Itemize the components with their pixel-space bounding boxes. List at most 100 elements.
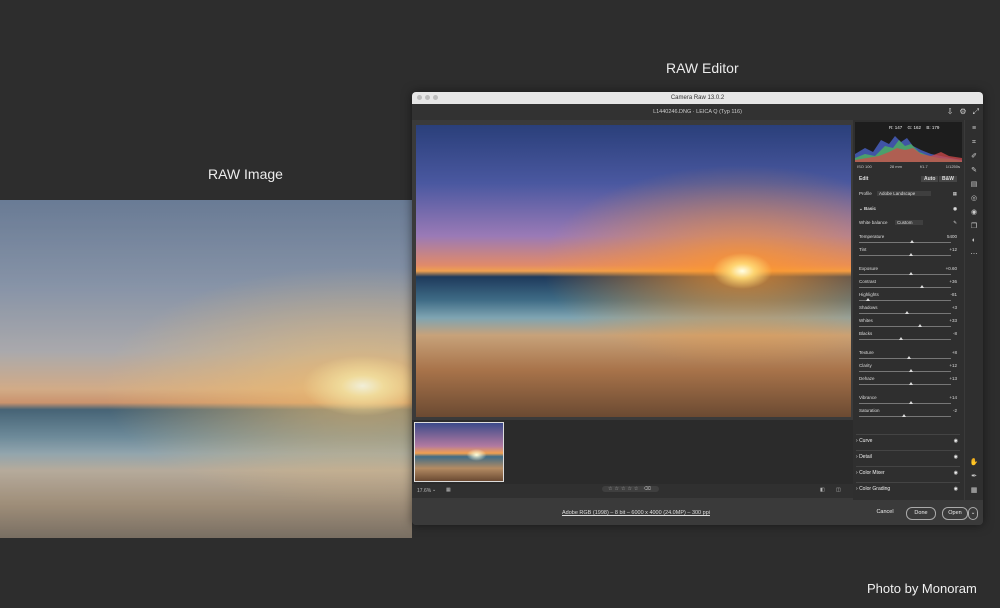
slider-thumb[interactable] <box>909 401 914 404</box>
workflow-options-link[interactable]: Adobe RGB (1998) – 8 bit – 6000 x 4000 (… <box>562 510 710 516</box>
slider-value[interactable]: +33 <box>949 318 957 323</box>
visibility-eye-icon[interactable]: ◉ <box>954 435 958 447</box>
slider-thumb[interactable] <box>866 298 871 301</box>
profile-browser-icon[interactable]: ▦ <box>953 191 957 197</box>
grid-overlay-icon[interactable]: ▦ <box>969 486 979 496</box>
slider-label: Tint <box>859 247 867 252</box>
filmstrip-thumbnail[interactable] <box>414 422 504 482</box>
slider-value[interactable]: +14 <box>949 395 957 400</box>
visibility-eye-icon[interactable]: ◉ <box>954 483 958 495</box>
slider-track[interactable] <box>859 356 951 359</box>
slider-value[interactable]: +36 <box>949 279 957 284</box>
crop-icon[interactable]: ⌗ <box>969 138 979 148</box>
open-dropdown-icon[interactable]: ⌄ <box>968 507 978 520</box>
slider-value[interactable]: +12 <box>949 247 957 252</box>
gear-icon[interactable]: ⚙ <box>959 104 966 120</box>
slider-thumb[interactable] <box>908 253 913 256</box>
done-button[interactable]: Done <box>906 507 936 520</box>
camera-info: ISO 100 28 mm f/1.7 1/1250s <box>857 164 960 169</box>
basic-section-title[interactable]: Basic <box>864 206 876 211</box>
section-curve[interactable]: › Curve ◉ <box>856 434 960 447</box>
slider-label: Vibrance <box>859 395 877 400</box>
section-color-mixer[interactable]: › Color Mixer ◉ <box>856 466 960 479</box>
visibility-eye-icon[interactable]: ◉ <box>954 451 958 463</box>
slider-track[interactable] <box>859 272 951 275</box>
zoom-dropdown-icon[interactable]: ⌄ <box>432 487 436 493</box>
eyedropper-icon[interactable]: ✎ <box>953 220 957 226</box>
shutter-speed: 1/1250s <box>945 164 960 169</box>
slider-thumb[interactable] <box>910 240 915 243</box>
slider-thumb[interactable] <box>908 382 913 385</box>
zoom-level[interactable]: 17.6% <box>417 488 431 494</box>
slider-track[interactable] <box>859 382 951 385</box>
slider-thumb[interactable] <box>902 414 907 417</box>
slider-thumb[interactable] <box>908 272 913 275</box>
visibility-eye-icon[interactable]: ◉ <box>954 467 958 479</box>
brush-icon[interactable]: ✎ <box>969 166 979 176</box>
slider-track[interactable] <box>859 285 951 288</box>
radial-filter-icon[interactable]: ◎ <box>969 194 979 204</box>
slider-track[interactable] <box>859 298 951 301</box>
cancel-button[interactable]: Cancel <box>872 507 898 518</box>
raw-image-label: RAW Image <box>208 166 283 182</box>
before-after-icon[interactable]: ◫ <box>836 487 841 493</box>
healing-icon[interactable]: ✐ <box>969 152 979 162</box>
slider-value[interactable]: +13 <box>949 376 957 381</box>
section-title: Curve <box>859 438 873 444</box>
slider-track[interactable] <box>859 414 951 417</box>
slider-row: Shadows +3 <box>859 305 957 310</box>
sampler-icon[interactable]: ✒ <box>969 472 979 482</box>
expand-icon[interactable]: ⤢ <box>973 104 979 120</box>
section-title: Color Grading <box>859 486 891 492</box>
image-canvas[interactable] <box>416 125 851 417</box>
slider-value[interactable]: +12 <box>949 363 957 368</box>
slider-thumb[interactable] <box>919 285 924 288</box>
bw-button[interactable]: B&W <box>939 176 957 182</box>
slider-label: Temperature <box>859 234 885 239</box>
slider-value[interactable]: +3 <box>952 305 957 310</box>
white-balance-label: White balance <box>859 220 888 225</box>
presets-icon[interactable]: ◐ <box>969 236 979 246</box>
save-icon[interactable]: ⇩ <box>947 104 954 120</box>
compare-icon[interactable]: ◧ <box>820 487 825 493</box>
slider-thumb[interactable] <box>908 369 913 372</box>
slider-thumb[interactable] <box>899 337 904 340</box>
white-balance-select[interactable]: Custom <box>895 220 923 225</box>
slider-track[interactable] <box>859 324 951 327</box>
window-controls[interactable] <box>417 95 438 100</box>
slider-value[interactable]: 5400 <box>947 234 957 239</box>
focal-length: 28 mm <box>889 164 902 169</box>
section-color-grading[interactable]: › Color Grading ◉ <box>856 482 960 495</box>
slider-value[interactable]: -8 <box>953 331 957 336</box>
slider-value[interactable]: +8 <box>952 350 957 355</box>
section-detail[interactable]: › Detail ◉ <box>856 450 960 463</box>
slider-value[interactable]: +0.60 <box>946 266 957 271</box>
rating-stars[interactable]: ☆☆☆☆☆ ⌫ <box>602 486 659 492</box>
grid-icon[interactable]: ▦ <box>446 487 451 493</box>
slider-row: Temperature 5400 <box>859 234 957 239</box>
slider-thumb[interactable] <box>906 356 911 359</box>
slider-thumb[interactable] <box>917 324 922 327</box>
more-icon[interactable]: ⋯ <box>969 250 979 260</box>
auto-button[interactable]: Auto <box>921 176 939 182</box>
red-eye-icon[interactable]: ◉ <box>969 208 979 218</box>
slider-track[interactable] <box>859 311 951 314</box>
slider-thumb[interactable] <box>904 311 909 314</box>
slider-track[interactable] <box>859 240 951 243</box>
gradient-icon[interactable]: ▤ <box>969 180 979 190</box>
edit-icon[interactable]: ≡ <box>969 124 979 134</box>
hand-icon[interactable]: ✋ <box>969 458 979 468</box>
slider-value[interactable]: -2 <box>953 408 957 413</box>
slider-track[interactable] <box>859 253 951 256</box>
slider-value[interactable]: -81 <box>950 292 957 297</box>
profile-select[interactable]: Adobe Landscape <box>877 191 932 196</box>
slider-track[interactable] <box>859 337 951 340</box>
iso-value: ISO 100 <box>857 164 872 169</box>
aperture: f/1.7 <box>919 164 928 169</box>
slider-track[interactable] <box>859 401 951 404</box>
profile-label: Profile <box>859 191 872 196</box>
slider-track[interactable] <box>859 369 951 372</box>
visibility-eye-icon[interactable]: ◉ <box>953 206 957 212</box>
snapshots-icon[interactable]: ❐ <box>969 222 979 232</box>
open-button[interactable]: Open <box>942 507 968 520</box>
